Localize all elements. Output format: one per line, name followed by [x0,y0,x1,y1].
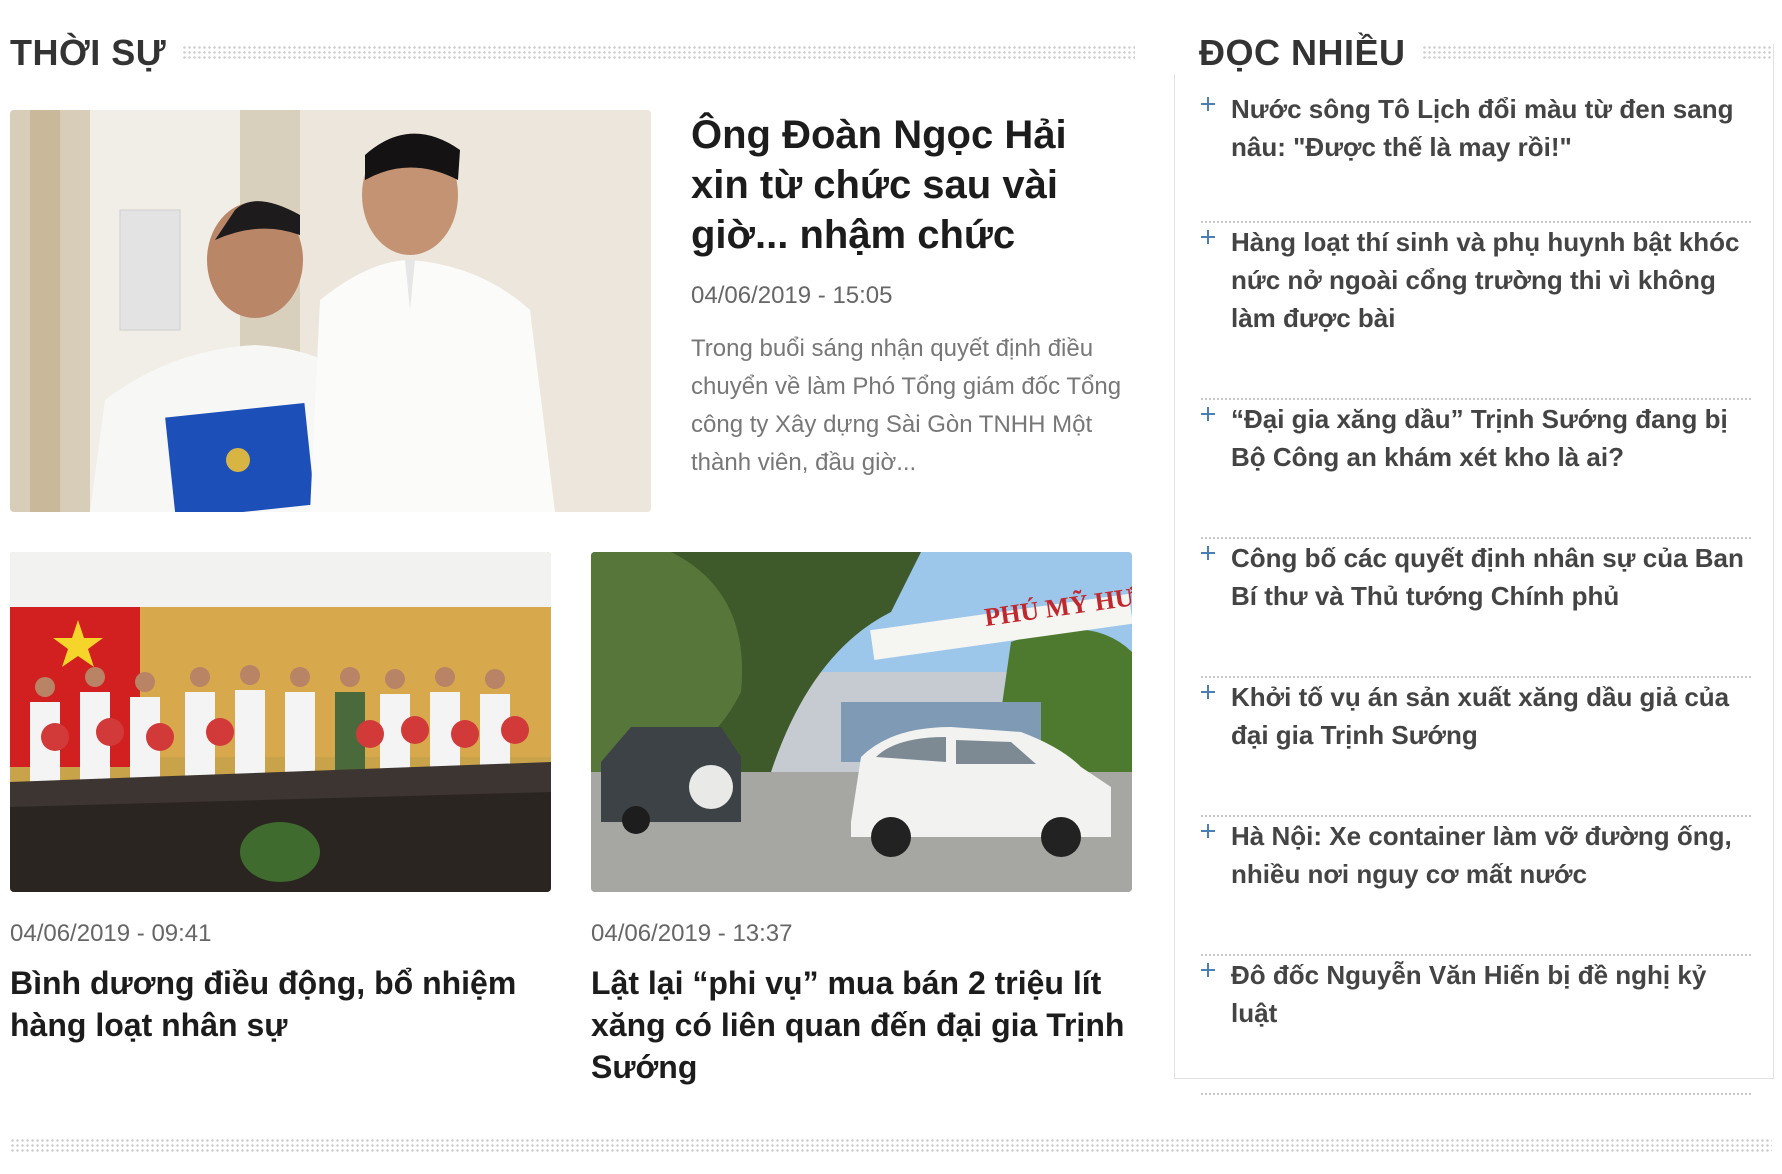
featured-image[interactable] [10,110,651,512]
article-image[interactable] [10,552,551,892]
article-image[interactable]: PHÚ MỸ HƯ [591,552,1132,892]
most-read-item: Khởi tố vụ án sản xuất xăng dầu giả của … [1201,678,1751,817]
article-card: 04/06/2019 - 09:41 Bình dương điều động,… [10,552,551,1046]
most-read-link[interactable]: “Đại gia xăng dầu” Trịnh Sướng đang bị B… [1231,400,1751,476]
plus-icon [1201,97,1215,111]
page: THỜI SỰ Ông Đoàn Ngọc Hải xin từ chức sa… [0,0,1782,1174]
most-read-link[interactable]: Hàng loạt thí sinh và phụ huynh bật khóc… [1231,223,1751,337]
most-read-link[interactable]: Nước sông Tô Lịch đổi màu từ đen sang nâ… [1231,90,1751,166]
most-read-link[interactable]: Khởi tố vụ án sản xuất xăng dầu giả của … [1231,678,1751,754]
plus-icon [1201,963,1215,977]
most-read-list: Nước sông Tô Lịch đổi màu từ đen sang nâ… [1201,90,1751,1095]
section-header: THỜI SỰ [10,30,1135,76]
section-divider [182,45,1135,61]
plus-icon [1201,685,1215,699]
photo-officials-group-icon [10,552,551,892]
plus-icon [1201,824,1215,838]
featured-article: Ông Đoàn Ngọc Hải xin từ chức sau vài gi… [10,110,1135,512]
plus-icon [1201,230,1215,244]
article-card: PHÚ MỸ HƯ 04/06/2019 - 13:37 Lật lại “ph… [591,552,1132,1088]
section-thoi-su: THỜI SỰ Ông Đoàn Ngọc Hải xin từ chức sa… [10,30,1135,1085]
most-read-link[interactable]: Công bố các quyết định nhân sự của Ban B… [1231,539,1751,615]
plus-icon [1201,546,1215,560]
article-timestamp: 04/06/2019 - 09:41 [10,920,212,947]
article-title[interactable]: Lật lại “phi vụ” mua bán 2 triệu lít xăn… [591,962,1132,1088]
most-read-item: Hà Nội: Xe container làm vỡ đường ống, n… [1201,817,1751,956]
featured-summary: Trong buổi sáng nhận quyết định điều chu… [691,335,1122,476]
most-read-divider [1421,45,1773,61]
featured-title[interactable]: Ông Đoàn Ngọc Hải xin từ chức sau vài gi… [691,110,1135,260]
most-read-item: Hàng loạt thí sinh và phụ huynh bật khóc… [1201,223,1751,400]
most-read-item: Đô đốc Nguyễn Văn Hiến bị đề nghị kỷ luậ… [1201,956,1751,1095]
plus-icon [1201,407,1215,421]
photo-two-officials-icon [10,110,651,512]
most-read-title[interactable]: ĐỌC NHIỀU [1169,32,1422,74]
most-read-header: ĐỌC NHIỀU [1169,30,1773,76]
article-title[interactable]: Bình dương điều động, bổ nhiệm hàng loạt… [10,962,551,1046]
most-read-link[interactable]: Hà Nội: Xe container làm vỡ đường ống, n… [1231,817,1751,893]
most-read-item: “Đại gia xăng dầu” Trịnh Sướng đang bị B… [1201,400,1751,539]
photo-gas-depot-cars-icon: PHÚ MỸ HƯ [591,552,1132,892]
featured-timestamp: 04/06/2019 - 15:05 [691,282,893,309]
most-read-item: Công bố các quyết định nhân sự của Ban B… [1201,539,1751,678]
section-title[interactable]: THỜI SỰ [10,32,182,74]
most-read-item: Nước sông Tô Lịch đổi màu từ đen sang nâ… [1201,90,1751,223]
section-bottom-divider [10,1138,1772,1154]
featured-body: Ông Đoàn Ngọc Hải xin từ chức sau vài gi… [691,110,1135,482]
article-timestamp: 04/06/2019 - 13:37 [591,920,793,947]
most-read-link[interactable]: Đô đốc Nguyễn Văn Hiến bị đề nghị kỷ luậ… [1231,956,1751,1032]
most-read-box: ĐỌC NHIỀU Nước sông Tô Lịch đổi màu từ đ… [1169,32,1774,1095]
